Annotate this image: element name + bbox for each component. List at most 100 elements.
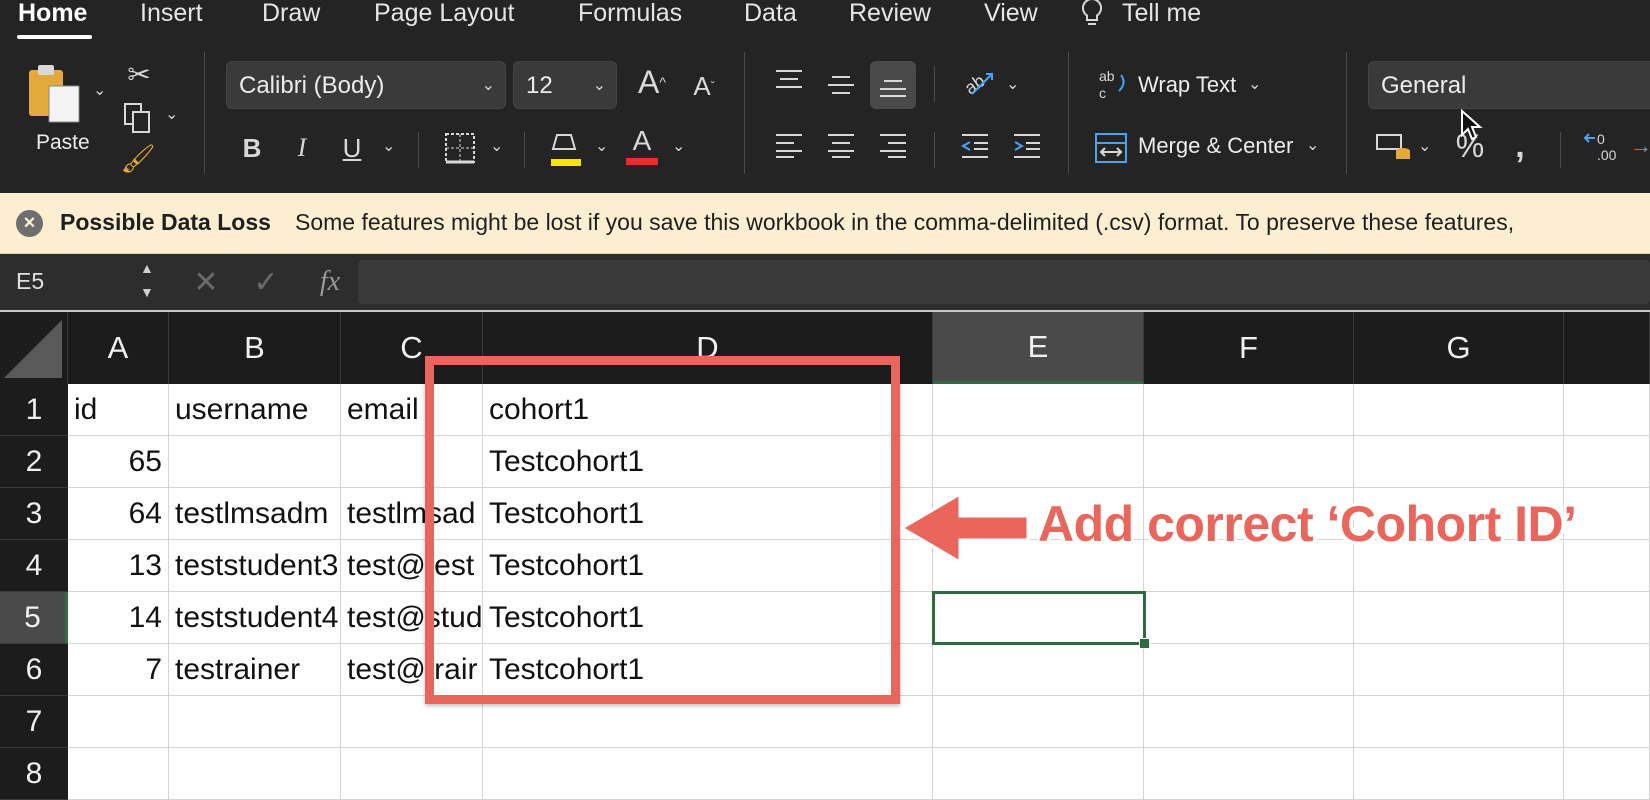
decrease-decimal-icon[interactable]: 0.00: [1582, 126, 1622, 166]
increase-font-size-icon[interactable]: A ^: [632, 62, 672, 102]
fill-handle[interactable]: [1139, 638, 1150, 649]
cancel-icon[interactable]: ✕: [192, 266, 220, 299]
cell-g6[interactable]: [1354, 644, 1564, 696]
cell-a5[interactable]: 14: [68, 592, 169, 644]
cell-b1[interactable]: username: [169, 384, 341, 436]
paste-label[interactable]: Paste: [36, 131, 90, 155]
cell-c8[interactable]: [341, 748, 483, 800]
cell-e2[interactable]: [933, 436, 1144, 488]
cell-a1[interactable]: id: [68, 384, 169, 436]
comma-style-icon[interactable]: ,: [1505, 126, 1535, 166]
function-icon[interactable]: fx: [312, 264, 348, 300]
increase-decimal-icon[interactable]: →: [1630, 133, 1650, 158]
cell-a8[interactable]: [68, 748, 169, 800]
font-size-select[interactable]: 12 ⌄: [513, 61, 617, 109]
cell-e8[interactable]: [933, 748, 1144, 800]
orientation-chevron-down-icon[interactable]: ⌄: [1006, 74, 1019, 94]
merge-center-icon[interactable]: [1094, 132, 1128, 164]
number-format-select[interactable]: General: [1368, 61, 1650, 109]
align-center-icon[interactable]: [824, 128, 858, 162]
borders-chevron-down-icon[interactable]: ⌄: [490, 136, 503, 156]
column-header-b[interactable]: B: [169, 312, 341, 384]
underline-icon[interactable]: U: [338, 130, 366, 166]
wrap-text-button[interactable]: Wrap Text: [1138, 72, 1236, 98]
name-box[interactable]: E5 ▲ ▼: [0, 254, 160, 310]
cell-g5[interactable]: [1354, 592, 1564, 644]
row-header-4[interactable]: 4: [0, 540, 68, 592]
cell-h7[interactable]: [1564, 696, 1650, 748]
align-right-icon[interactable]: [876, 128, 910, 162]
chevron-up-icon[interactable]: ▲: [140, 260, 154, 276]
paste-icon[interactable]: [25, 62, 83, 124]
cell-f7[interactable]: [1144, 696, 1354, 748]
cell-b6[interactable]: testrainer: [169, 644, 341, 696]
paste-chevron-down-icon[interactable]: ⌄: [93, 80, 106, 100]
fill-color-icon[interactable]: [548, 128, 584, 168]
italic-icon[interactable]: I: [288, 130, 316, 166]
column-header-g[interactable]: G: [1354, 312, 1564, 384]
merge-center-chevron-down-icon[interactable]: ⌄: [1306, 135, 1319, 155]
tab-tell-me[interactable]: Tell me: [1122, 0, 1201, 30]
close-icon[interactable]: ×: [16, 210, 43, 237]
cut-icon[interactable]: ✂: [125, 58, 153, 90]
align-middle-icon[interactable]: [824, 68, 858, 102]
cell-b8[interactable]: [169, 748, 341, 800]
cell-a3[interactable]: 64: [68, 488, 169, 540]
decrease-font-size-icon[interactable]: Aˇ: [684, 66, 724, 106]
accounting-format-icon[interactable]: [1374, 128, 1414, 164]
cell-f5[interactable]: [1144, 592, 1354, 644]
cell-a6[interactable]: 7: [68, 644, 169, 696]
chevron-down-icon[interactable]: ▼: [140, 284, 154, 300]
accounting-chevron-down-icon[interactable]: ⌄: [1418, 136, 1431, 156]
cell-f6[interactable]: [1144, 644, 1354, 696]
cell-e1[interactable]: [933, 384, 1144, 436]
cell-f2[interactable]: [1144, 436, 1354, 488]
column-header-h[interactable]: [1564, 312, 1650, 384]
align-bottom-icon[interactable]: [870, 61, 916, 109]
tab-home[interactable]: Home: [18, 0, 87, 30]
cell-d8[interactable]: [483, 748, 933, 800]
font-name-select[interactable]: Calibri (Body) ⌄: [226, 61, 506, 109]
row-header-5[interactable]: 5: [0, 592, 68, 644]
cell-h5[interactable]: [1564, 592, 1650, 644]
tab-draw[interactable]: Draw: [262, 0, 320, 30]
cell-h6[interactable]: [1564, 644, 1650, 696]
cell-g2[interactable]: [1354, 436, 1564, 488]
tab-insert[interactable]: Insert: [140, 0, 203, 30]
decrease-indent-icon[interactable]: [958, 128, 992, 162]
borders-icon[interactable]: [442, 130, 478, 166]
column-header-a[interactable]: A: [68, 312, 169, 384]
merge-center-button[interactable]: Merge & Center: [1138, 133, 1293, 159]
row-header-8[interactable]: 8: [0, 748, 68, 800]
enter-check-icon[interactable]: ✓: [250, 266, 282, 299]
cell-a7[interactable]: [68, 696, 169, 748]
row-header-1[interactable]: 1: [0, 384, 68, 436]
underline-chevron-down-icon[interactable]: ⌄: [382, 136, 395, 156]
cell-g1[interactable]: [1354, 384, 1564, 436]
cell-e7[interactable]: [933, 696, 1144, 748]
row-header-3[interactable]: 3: [0, 488, 68, 540]
tab-data[interactable]: Data: [744, 0, 797, 30]
tab-formulas[interactable]: Formulas: [578, 0, 682, 30]
align-top-icon[interactable]: [772, 64, 806, 98]
copy-chevron-down-icon[interactable]: ⌄: [165, 104, 178, 124]
tab-view[interactable]: View: [984, 0, 1038, 30]
increase-indent-icon[interactable]: [1010, 128, 1044, 162]
tab-review[interactable]: Review: [849, 0, 931, 30]
cell-f1[interactable]: [1144, 384, 1354, 436]
row-header-2[interactable]: 2: [0, 436, 68, 488]
orientation-icon[interactable]: ab: [958, 62, 998, 102]
cell-a2[interactable]: 65: [68, 436, 169, 488]
selected-cell-e5[interactable]: [932, 591, 1146, 645]
cell-a4[interactable]: 13: [68, 540, 169, 592]
column-header-e[interactable]: E: [933, 312, 1144, 384]
copy-icon[interactable]: [120, 100, 156, 136]
tab-page-layout[interactable]: Page Layout: [374, 0, 514, 30]
wrap-text-chevron-down-icon[interactable]: ⌄: [1248, 74, 1261, 94]
select-all-button[interactable]: [0, 312, 68, 384]
column-header-f[interactable]: F: [1144, 312, 1354, 384]
cell-f8[interactable]: [1144, 748, 1354, 800]
row-header-6[interactable]: 6: [0, 644, 68, 696]
align-left-icon[interactable]: [772, 128, 806, 162]
row-header-7[interactable]: 7: [0, 696, 68, 748]
